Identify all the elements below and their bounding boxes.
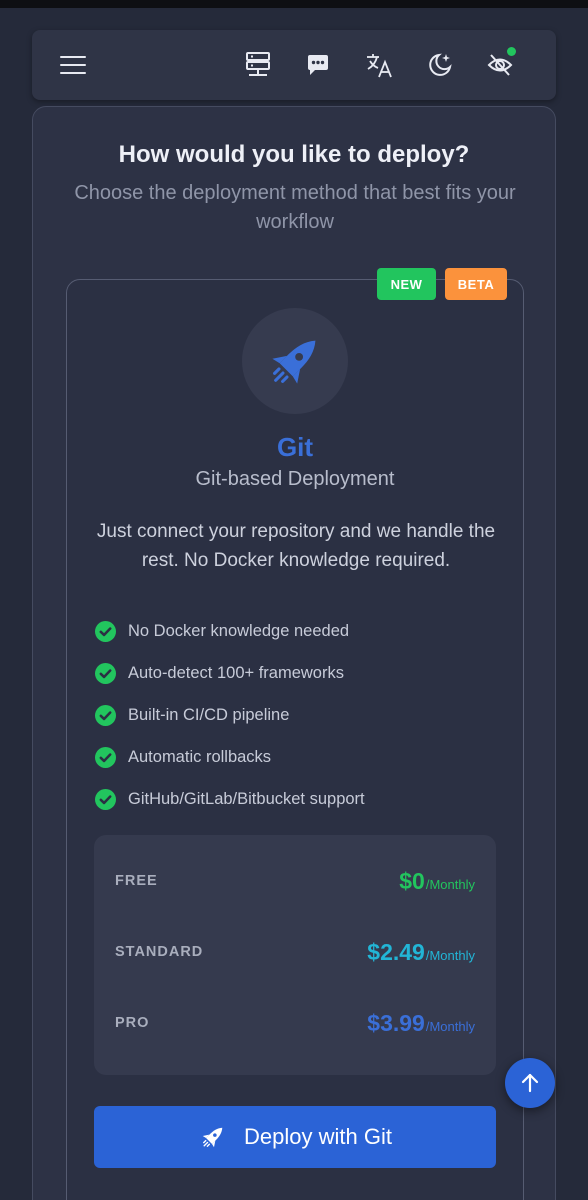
feature-label: Auto-detect 100+ frameworks (128, 663, 344, 682)
check-circle-icon (95, 788, 116, 810)
top-nav-bar (32, 30, 556, 100)
deploy-method-panel: How would you like to deploy? Choose the… (32, 106, 556, 1200)
beta-badge: BETA (445, 268, 507, 300)
feature-label: Automatic rollbacks (128, 747, 272, 766)
pricing-row-pro: PRO $3.99 /Monthly (115, 1003, 475, 1043)
option-subtitle: Git-based Deployment (195, 468, 395, 490)
pricing-row-free: FREE $0 /Monthly (115, 861, 475, 901)
price-amount: $2.49 (367, 938, 425, 965)
tier-name: PRO (115, 1015, 150, 1031)
new-badge: NEW (377, 268, 436, 300)
check-circle-icon (95, 662, 116, 684)
page-subtitle: Choose the deployment method that best f… (74, 182, 516, 233)
feature-item: Built-in CI/CD pipeline (95, 694, 495, 736)
feature-item: No Docker knowledge needed (95, 610, 495, 652)
check-circle-icon (95, 704, 116, 726)
option-name: Git (276, 432, 314, 462)
dark-mode-icon[interactable] (423, 48, 457, 82)
rocket-icon (202, 1127, 223, 1148)
tier-price: $2.49 /Monthly (367, 939, 475, 966)
arrow-up-icon (521, 1073, 539, 1093)
feature-label: No Docker knowledge needed (128, 621, 350, 640)
hide-icon[interactable] (483, 47, 517, 82)
deploy-button-label: Deploy with Git (244, 1124, 392, 1149)
feature-item: Auto-detect 100+ frameworks (95, 652, 495, 694)
status-bar (0, 0, 588, 8)
feature-label: GitHub/GitLab/Bitbucket support (128, 789, 365, 808)
price-period: /Monthly (425, 1018, 475, 1034)
translate-icon[interactable] (362, 48, 396, 82)
tier-name: STANDARD (115, 944, 204, 960)
deploy-with-git-button[interactable]: Deploy with Git (94, 1106, 496, 1168)
check-circle-icon (95, 746, 116, 768)
feature-item: Automatic rollbacks (95, 736, 495, 778)
feature-list: No Docker knowledge needed Auto-detect 1… (95, 610, 495, 820)
feature-item: GitHub/GitLab/Bitbucket support (95, 778, 495, 820)
server-icon[interactable] (241, 48, 275, 82)
price-amount: $0 (399, 867, 425, 894)
option-description: Just connect your repository and we hand… (96, 521, 496, 571)
pricing-row-standard: STANDARD $2.49 /Monthly (115, 932, 475, 972)
tier-name: FREE (115, 873, 158, 889)
status-dot (507, 47, 516, 56)
tier-price: $3.99 /Monthly (367, 1010, 475, 1037)
pricing-table: FREE $0 /Monthly STANDARD $2.49 /Monthly… (94, 835, 496, 1075)
check-circle-icon (95, 620, 116, 642)
rocket-icon (242, 308, 348, 414)
price-amount: $3.99 (367, 1009, 425, 1036)
price-period: /Monthly (425, 876, 475, 892)
menu-icon[interactable] (56, 48, 90, 82)
page-title: How would you like to deploy? (118, 141, 470, 168)
git-deploy-option-card[interactable]: NEW BETA Git Git-based Deployment Just c… (66, 268, 524, 1200)
feature-label: Built-in CI/CD pipeline (128, 705, 290, 724)
price-period: /Monthly (425, 947, 475, 963)
chat-icon[interactable] (301, 48, 335, 82)
tier-price: $0 /Monthly (399, 868, 475, 895)
scroll-to-top-button[interactable] (505, 1058, 555, 1108)
